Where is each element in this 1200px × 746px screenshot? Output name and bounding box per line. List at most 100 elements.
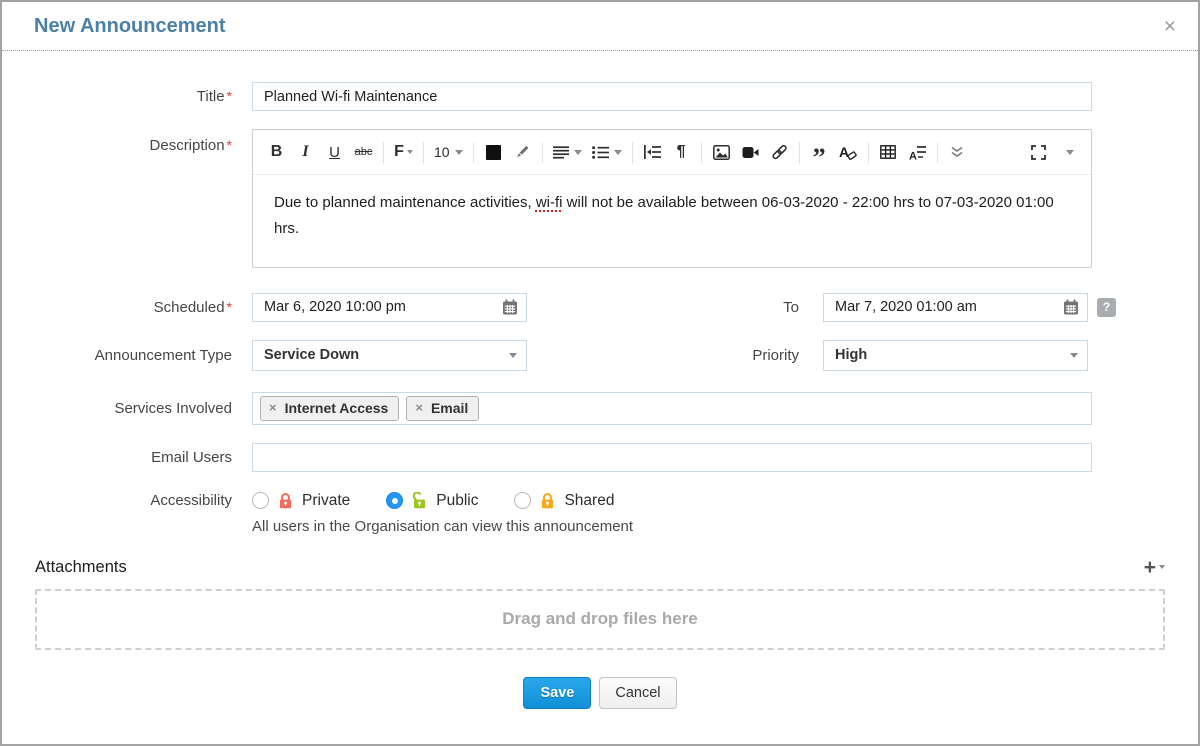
close-icon[interactable]: × — [1164, 16, 1176, 37]
service-tag: × Email — [406, 395, 480, 421]
chevron-down-icon — [1159, 565, 1165, 569]
insert-link-button[interactable] — [767, 140, 792, 164]
toolbar-divider — [798, 141, 800, 163]
outdent-icon — [643, 145, 661, 159]
table-icon — [880, 145, 896, 159]
svg-text:A: A — [839, 144, 849, 160]
required-asterisk: * — [226, 137, 232, 153]
highlight-pen-button[interactable] — [510, 140, 535, 164]
lock-public-open-icon — [413, 492, 426, 509]
insert-video-button[interactable] — [738, 140, 763, 164]
option-label: Private — [302, 491, 351, 509]
priority-select[interactable]: High — [823, 339, 1088, 371]
help-icon[interactable]: ? — [1097, 297, 1116, 317]
cancel-button[interactable]: Cancel — [599, 676, 677, 709]
description-text: Due to planned maintenance activities, — [274, 194, 536, 211]
rich-text-editor: B I U abc F 10 ¶ ” A A Due to planned ma… — [252, 129, 1092, 268]
toolbar-divider — [936, 141, 938, 163]
service-tag: × Internet Access — [260, 395, 400, 421]
accessibility-label: Accessibility — [150, 492, 232, 509]
title-input[interactable] — [252, 82, 1092, 111]
pen-icon — [517, 146, 529, 158]
accessibility-option-private[interactable]: Private — [252, 492, 350, 510]
scheduled-date-input[interactable]: Mar 6, 2020 10:00 pm — [252, 292, 527, 322]
bold-button[interactable]: B — [264, 140, 289, 164]
insert-image-button[interactable] — [709, 140, 734, 164]
toolbar-divider — [383, 141, 384, 163]
align-button[interactable] — [550, 140, 585, 164]
chevron-down-icon — [1070, 352, 1078, 358]
attachments-section: Attachments + Drag and drop files here — [2, 555, 1198, 650]
services-involved-input[interactable]: × Internet Access × Email — [252, 391, 1092, 425]
remove-tag-icon[interactable]: × — [415, 401, 423, 414]
dialog-header: New Announcement × — [2, 2, 1198, 51]
option-label: Public — [436, 491, 479, 509]
calendar-icon[interactable] — [1063, 299, 1079, 315]
required-asterisk: * — [226, 88, 232, 104]
align-icon — [552, 145, 569, 159]
editor-toolbar: B I U abc F 10 ¶ ” A A — [253, 130, 1091, 175]
list-button[interactable] — [589, 140, 625, 164]
more-tools-button[interactable] — [945, 140, 970, 164]
misspelled-word: wi-fi — [535, 194, 563, 211]
description-editor-content[interactable]: Due to planned maintenance activities, w… — [253, 175, 1091, 267]
clear-formatting-button[interactable]: A — [836, 140, 861, 164]
dialog-footer: Save Cancel — [2, 676, 1198, 709]
announcement-type-label: Announcement Type — [94, 346, 232, 364]
option-label: Shared — [564, 491, 615, 509]
underline-button[interactable]: U — [322, 140, 347, 164]
accessibility-helper-text: All users in the Organisation can view t… — [252, 517, 634, 535]
accessibility-row: Accessibility Private Public Shared — [2, 492, 1198, 510]
file-dropzone[interactable]: Drag and drop files here — [35, 588, 1165, 650]
required-asterisk: * — [226, 298, 232, 315]
italic-button[interactable]: I — [293, 140, 318, 164]
font-family-button[interactable]: F — [391, 140, 416, 164]
type-row: Announcement Type Service Down Priority … — [2, 339, 1198, 371]
font-size-button[interactable]: 10 — [431, 140, 466, 164]
tag-label: Internet Access — [284, 399, 389, 416]
blockquote-button[interactable]: ” — [807, 140, 832, 170]
chevron-down-icon — [406, 150, 413, 154]
paragraph-format-button[interactable]: ¶ — [669, 140, 694, 164]
clear-format-icon: A — [839, 144, 857, 160]
image-icon — [712, 144, 730, 160]
remove-tag-icon[interactable]: × — [269, 401, 277, 414]
description-row: Description * B I U abc F 10 ¶ ” A A Due… — [2, 129, 1198, 268]
radio-button-selected[interactable] — [386, 492, 404, 509]
announcement-type-value: Service Down — [264, 347, 360, 363]
tag-label: Email — [430, 399, 469, 416]
accessibility-option-public[interactable]: Public — [386, 492, 478, 510]
accessibility-option-shared[interactable]: Shared — [514, 492, 614, 510]
insert-table-button[interactable] — [876, 140, 901, 164]
fullscreen-button[interactable] — [1026, 140, 1051, 164]
outdent-button[interactable] — [640, 140, 665, 164]
lock-private-icon — [279, 493, 292, 509]
radio-button[interactable] — [252, 492, 269, 509]
calendar-icon[interactable] — [502, 299, 518, 315]
attachments-label: Attachments — [35, 557, 127, 576]
services-row: Services Involved × Internet Access × Em… — [2, 391, 1198, 425]
scheduled-row: Scheduled * Mar 6, 2020 10:00 pm To Mar 7… — [2, 292, 1198, 322]
radio-button[interactable] — [514, 492, 532, 509]
toolbar-divider — [423, 141, 424, 163]
link-icon — [772, 144, 787, 160]
chevron-down-icon — [613, 149, 622, 155]
text-color-button[interactable] — [481, 140, 506, 164]
toolbar-divider — [700, 141, 702, 163]
to-label: To — [783, 298, 799, 316]
lock-shared-icon — [542, 493, 554, 509]
scheduled-date-value: Mar 6, 2020 10:00 pm — [264, 299, 406, 315]
announcement-type-select[interactable]: Service Down — [252, 339, 527, 371]
strikethrough-button[interactable]: abc — [351, 140, 376, 164]
svg-text:A: A — [909, 150, 917, 160]
title-label: Title * — [196, 88, 232, 105]
chevron-down-icon — [454, 149, 463, 155]
line-height-button[interactable]: A — [905, 140, 930, 164]
toolbar-divider — [631, 141, 633, 163]
email-users-input[interactable] — [252, 442, 1092, 472]
to-date-input[interactable]: Mar 7, 2020 01:00 am — [823, 292, 1088, 322]
add-attachment-button[interactable]: + — [1144, 557, 1165, 578]
save-button[interactable]: Save — [523, 676, 592, 709]
scheduled-label: Scheduled * — [153, 298, 232, 316]
editor-options-button[interactable] — [1055, 140, 1080, 164]
